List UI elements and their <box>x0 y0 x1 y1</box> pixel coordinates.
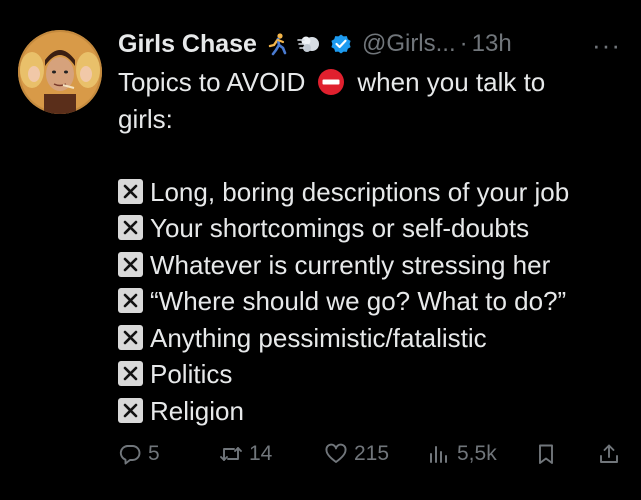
reply-icon <box>119 445 141 465</box>
cross-mark-icon <box>118 324 143 350</box>
reply-button[interactable]: 5 <box>118 438 160 470</box>
list-item-text: Politics <box>150 359 233 389</box>
heart-icon <box>325 443 347 463</box>
views-button[interactable]: 5,5k <box>427 438 497 470</box>
list-item-text: Your shortcomings or self-doubts <box>150 213 530 243</box>
retweet-count: 14 <box>249 442 273 465</box>
retweet-button[interactable]: 14 <box>219 438 272 470</box>
list-item: “Where should we go? What to do?” <box>118 283 628 320</box>
author-name[interactable]: Girls Chase <box>118 30 257 59</box>
list-item: Your shortcomings or self-doubts <box>118 210 628 247</box>
share-icon <box>600 444 618 463</box>
more-options-icon[interactable]: ··· <box>592 30 621 61</box>
intro-line-2: girls: <box>118 103 173 134</box>
views-count: 5,5k <box>457 442 497 465</box>
intro-text-after: when you talk to <box>357 67 546 97</box>
list-item-text: “Where should we go? What to do?” <box>150 286 567 316</box>
timestamp[interactable]: 13h <box>472 30 512 58</box>
author-handle[interactable]: @Girls... <box>362 30 456 58</box>
like-count: 215 <box>354 442 390 465</box>
list-item: Long, boring descriptions of your job <box>118 174 628 211</box>
action-bar: 5 14 215 5,5k <box>118 438 623 470</box>
tweet-header: Girls Chase @Girls... · 13h ··· <box>118 26 623 62</box>
intro-line: Topics to AVOID when you talk to <box>118 64 628 101</box>
runner-emoji-icon <box>265 32 289 56</box>
avatar-image <box>18 30 102 114</box>
list-item: Whatever is currently stressing her <box>118 247 628 284</box>
tweet[interactable]: Girls Chase @Girls... · 13h ··· Topics t… <box>0 0 641 500</box>
cross-mark-icon <box>118 215 143 241</box>
cross-mark-icon <box>118 251 143 277</box>
cross-mark-icon <box>118 361 143 387</box>
views-chart-icon <box>430 446 447 463</box>
bookmark-icon <box>539 444 553 464</box>
list-item: Anything pessimistic/fatalistic <box>118 320 628 357</box>
share-button[interactable] <box>597 438 621 470</box>
dash-emoji-icon <box>297 32 321 56</box>
list-item-text: Religion <box>150 395 244 426</box>
list-item: Religion <box>118 393 628 430</box>
separator-dot: · <box>459 30 468 57</box>
no-entry-emoji-icon <box>317 68 345 96</box>
cross-mark-icon <box>118 178 143 204</box>
list-item-text: Long, boring descriptions of your job <box>150 176 570 207</box>
list-item-text: Anything pessimistic/fatalistic <box>150 322 487 353</box>
retweet-icon <box>220 447 242 461</box>
like-button[interactable]: 215 <box>324 438 389 470</box>
verified-badge-icon[interactable] <box>329 32 353 56</box>
cross-mark-icon <box>118 288 143 314</box>
reply-count: 5 <box>148 442 160 465</box>
list-item-text: Whatever is currently stressing her <box>150 249 551 280</box>
avatar[interactable] <box>18 30 102 114</box>
cross-mark-icon <box>118 397 143 423</box>
list-item: Politics <box>118 356 628 393</box>
tweet-text: Topics to AVOID when you talk to girls: … <box>118 64 628 429</box>
bookmark-button[interactable] <box>534 438 558 470</box>
intro-text-before: Topics to AVOID <box>118 67 306 97</box>
